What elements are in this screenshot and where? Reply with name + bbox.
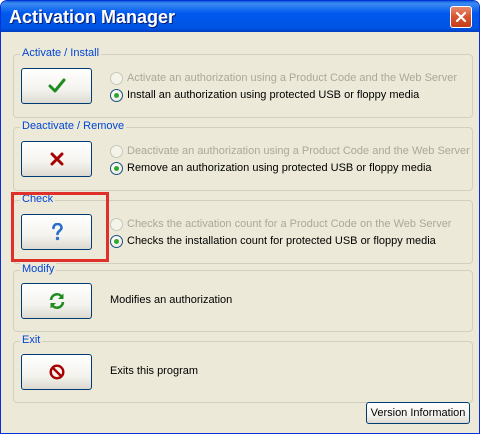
modify-description: Modifies an authorization [110,294,233,306]
activate-web-label: Activate an authorization using a Produc… [127,72,457,84]
exit-description: Exits this program [110,365,199,377]
exit-button[interactable] [21,354,92,390]
deactivate-web-label: Deactivate an authorization using a Prod… [127,145,470,157]
checkmark-icon [48,78,65,93]
remove-usb-label[interactable]: Remove an authorization using protected … [127,162,432,174]
exit-group: Exit Exits this program [13,334,473,403]
remove-usb-option[interactable]: Remove an authorization using protected … [110,161,432,175]
window-title: Activation Manager [9,7,176,27]
check-web-radio [110,217,123,231]
close-button[interactable] [450,6,472,28]
activate-install-group: Activate / Install Activate an authoriza… [13,47,473,118]
deactivate-remove-label: Deactivate / Remove [20,120,127,132]
check-usb-label[interactable]: Checks the installation count for protec… [127,235,436,247]
check-web-option: Checks the activation count for a Produc… [110,217,451,231]
x-mark-icon [50,152,63,166]
remove-usb-radio[interactable] [110,161,123,175]
refresh-icon [49,293,64,309]
deactivate-remove-group: Deactivate / Remove Deactivate an author… [13,120,473,191]
check-usb-option[interactable]: Checks the installation count for protec… [110,234,436,248]
modify-label: Modify [20,263,57,275]
install-usb-option[interactable]: Install an authorization using protected… [110,88,419,102]
activate-web-option: Activate an authorization using a Produc… [110,71,457,85]
modify-group: Modify Modifies an authorization [13,263,473,332]
check-button-highlight [11,192,109,262]
deactivate-web-radio [110,144,123,158]
modify-button[interactable] [21,283,92,319]
exit-label: Exit [20,334,43,346]
activate-web-radio [110,71,123,85]
no-entry-icon [48,364,65,380]
version-information-button[interactable]: Version Information [366,402,470,424]
check-usb-radio[interactable] [110,234,123,248]
close-icon [455,11,467,23]
deactivate-remove-button[interactable] [21,141,92,177]
activation-manager-window: Activation Manager Activate / Install Ac… [0,0,480,434]
activate-install-label: Activate / Install [20,47,102,59]
title-bar[interactable]: Activation Manager [1,1,479,32]
deactivate-web-option: Deactivate an authorization using a Prod… [110,144,470,158]
check-web-label: Checks the activation count for a Produc… [127,218,452,230]
activate-install-button[interactable] [21,68,92,104]
install-usb-label[interactable]: Install an authorization using protected… [127,89,419,101]
install-usb-radio[interactable] [110,88,123,102]
